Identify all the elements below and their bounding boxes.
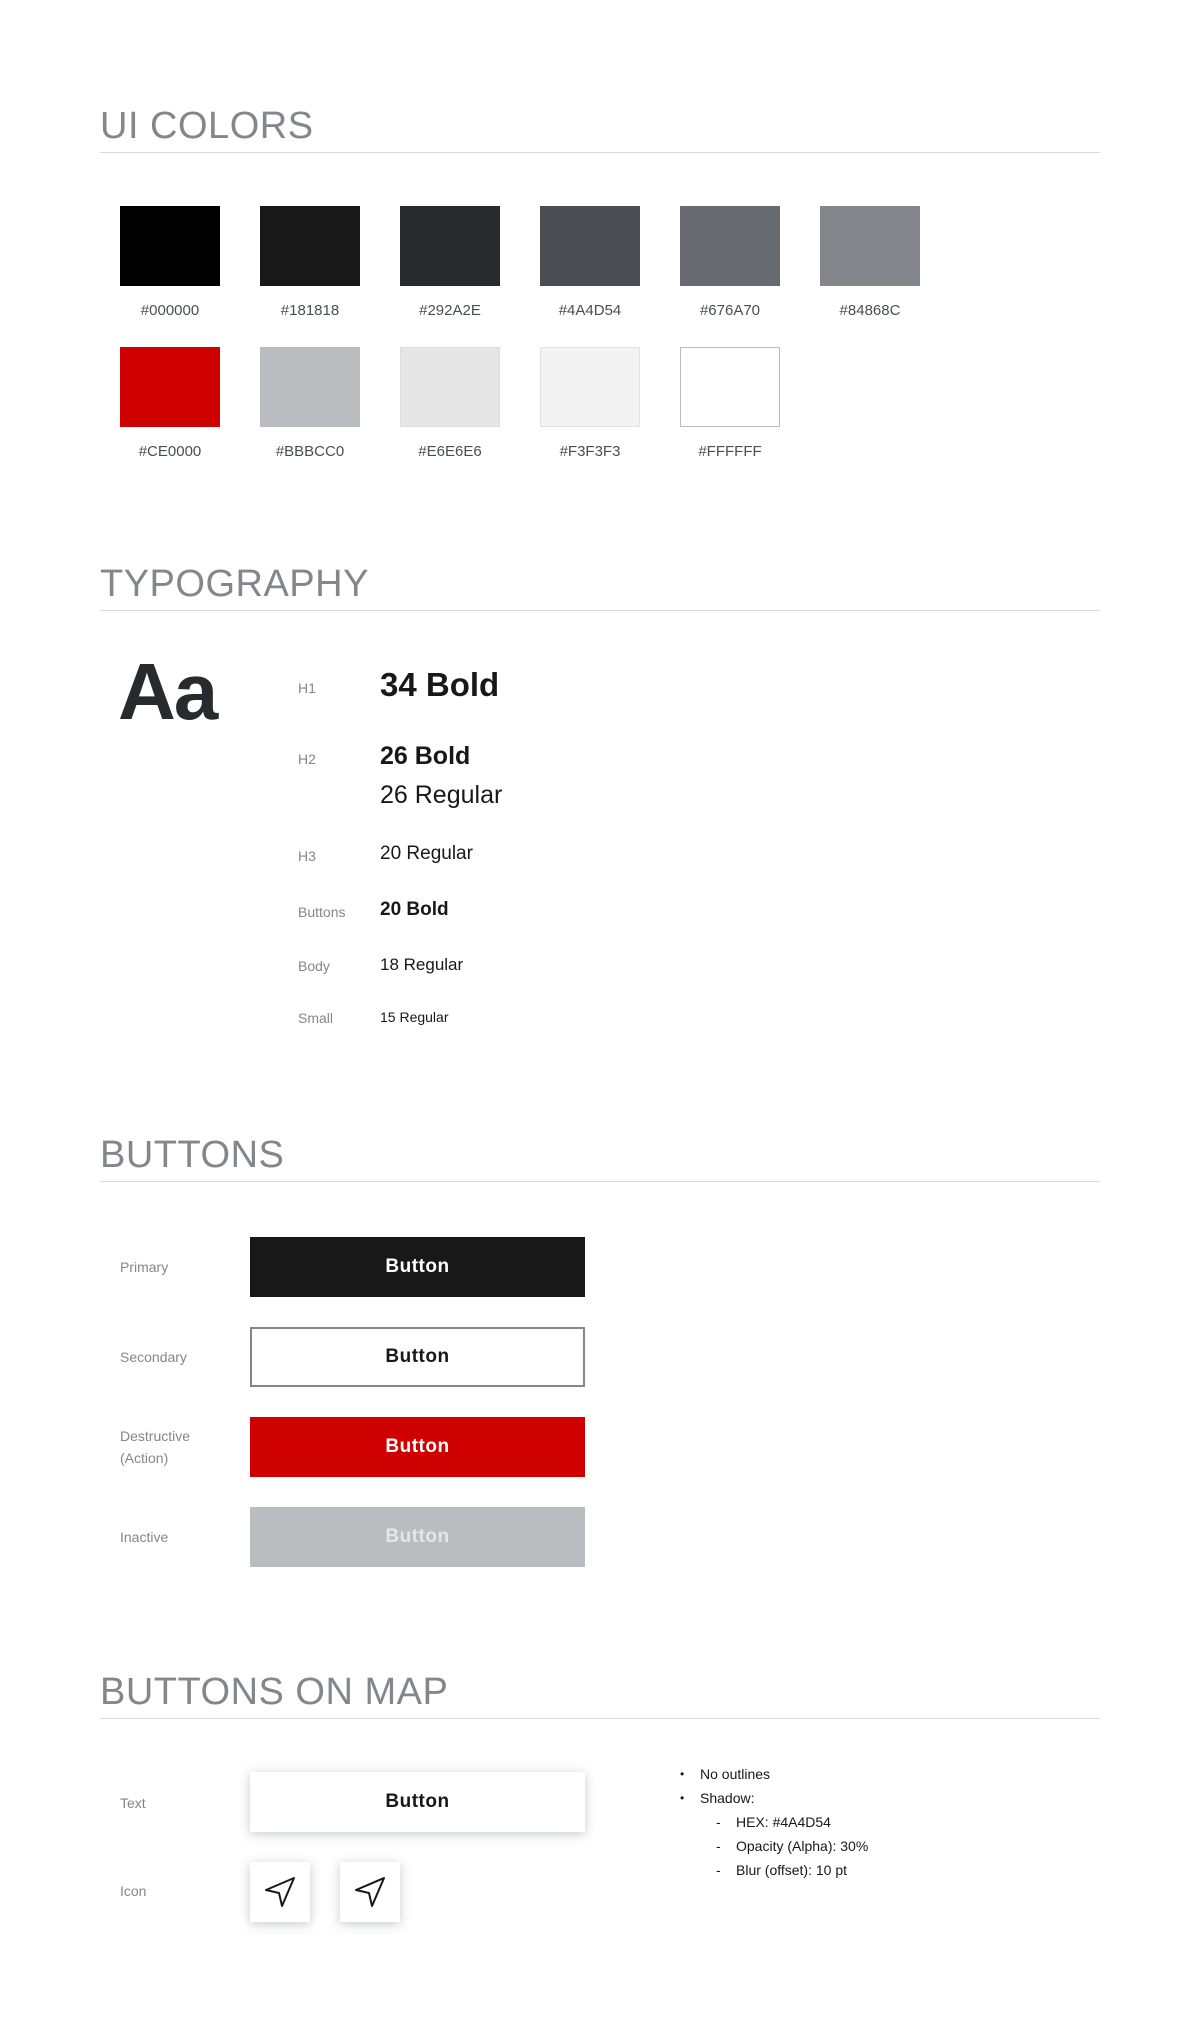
color-swatch-e6e6e6: #E6E6E6 — [400, 347, 500, 460]
swatch-label: #181818 — [280, 302, 340, 319]
swatch-label: #676A70 — [699, 302, 761, 319]
type-label-h3: H3 — [298, 848, 316, 864]
swatch-fill — [260, 347, 360, 427]
type-label-small: Small — [298, 1010, 334, 1026]
note-no-outlines: No outlines — [680, 1762, 868, 1786]
map-button-notes: No outlines Shadow: HEX: #4A4D54 Opacity… — [680, 1762, 868, 1882]
inactive-button: Button — [250, 1507, 585, 1567]
swatch-fill — [540, 347, 640, 427]
color-swatch-000000: #000000 — [120, 206, 220, 319]
map-icon-button[interactable] — [250, 1862, 310, 1922]
type-label-buttons: Buttons — [298, 904, 346, 920]
note-shadow-hex: HEX: #4A4D54 — [716, 1810, 868, 1834]
typography-specimen: Aa — [118, 647, 218, 736]
button-label-destructive: Destructive (Action) — [120, 1428, 191, 1466]
secondary-button[interactable]: Button — [250, 1327, 585, 1387]
map-button-label-text: Text — [120, 1795, 146, 1811]
swatch-label: #E6E6E6 — [418, 443, 482, 460]
type-label-body: Body — [298, 958, 330, 974]
swatch-fill — [120, 206, 220, 286]
type-label-h1: H1 — [298, 680, 316, 696]
color-swatch-84868c: #84868C — [820, 206, 920, 319]
color-swatch-676a70: #676A70 — [680, 206, 780, 319]
note-shadow-title: Shadow: — [700, 1790, 755, 1806]
type-sample-small-regular: 15 Regular — [380, 1009, 449, 1025]
swatch-label: #292A2E — [419, 302, 481, 319]
swatch-fill — [540, 206, 640, 286]
color-swatch-bbbcc0: #BBBCC0 — [260, 347, 360, 460]
button-label-inactive: Inactive — [120, 1529, 169, 1545]
note-shadow-blur: Blur (offset): 10 pt — [716, 1858, 868, 1882]
type-sample-h1-bold: 34 Bold — [380, 666, 500, 703]
swatch-fill — [260, 206, 360, 286]
swatch-label: #84868C — [839, 302, 901, 319]
color-swatch-ffffff: #FFFFFF — [680, 347, 780, 460]
navigation-arrow-icon — [355, 1877, 385, 1907]
note-shadow-opacity: Opacity (Alpha): 30% — [716, 1834, 868, 1858]
swatch-label: #4A4D54 — [558, 302, 622, 319]
map-text-button[interactable]: Button — [250, 1772, 585, 1832]
button-label-secondary: Secondary — [120, 1349, 187, 1365]
swatch-label: #CE0000 — [138, 443, 202, 460]
navigation-arrow-icon — [265, 1877, 295, 1907]
swatch-fill — [820, 206, 920, 286]
button-label-primary: Primary — [120, 1259, 169, 1275]
type-sample-h3-regular: 20 Regular — [380, 843, 473, 864]
swatch-fill — [400, 206, 500, 286]
swatch-fill — [120, 347, 220, 427]
section-title-typography: TYPOGRAPHY — [100, 562, 1100, 611]
type-sample-body-regular: 18 Regular — [380, 955, 464, 974]
color-swatch-292a2e: #292A2E — [400, 206, 500, 319]
destructive-button[interactable]: Button — [250, 1417, 585, 1477]
section-title-buttons-on-map: BUTTONS ON MAP — [100, 1670, 1100, 1719]
type-sample-buttons-bold: 20 Bold — [380, 899, 449, 920]
swatch-label: #F3F3F3 — [559, 443, 621, 460]
type-sample-h2-bold: 26 Bold — [380, 742, 471, 770]
type-label-h2: H2 — [298, 751, 316, 767]
map-icon-button[interactable] — [340, 1862, 400, 1922]
map-button-label-icon: Icon — [120, 1883, 147, 1899]
primary-button[interactable]: Button — [250, 1237, 585, 1297]
swatch-label: #FFFFFF — [698, 443, 762, 460]
swatch-fill — [400, 347, 500, 427]
note-shadow: Shadow: HEX: #4A4D54 Opacity (Alpha): 30… — [680, 1786, 868, 1882]
swatch-label: #000000 — [140, 302, 200, 319]
section-title-buttons: BUTTONS — [100, 1133, 1100, 1182]
color-swatch-181818: #181818 — [260, 206, 360, 319]
color-swatch-f3f3f3: #F3F3F3 — [540, 347, 640, 460]
color-swatch-ce0000: #CE0000 — [120, 347, 220, 460]
swatch-label: #BBBCC0 — [275, 443, 345, 460]
swatch-fill — [680, 347, 780, 427]
section-title-ui-colors: UI COLORS — [100, 104, 1100, 153]
swatch-fill — [680, 206, 780, 286]
type-sample-h2-regular: 26 Regular — [380, 781, 503, 809]
color-swatch-4a4d54: #4A4D54 — [540, 206, 640, 319]
